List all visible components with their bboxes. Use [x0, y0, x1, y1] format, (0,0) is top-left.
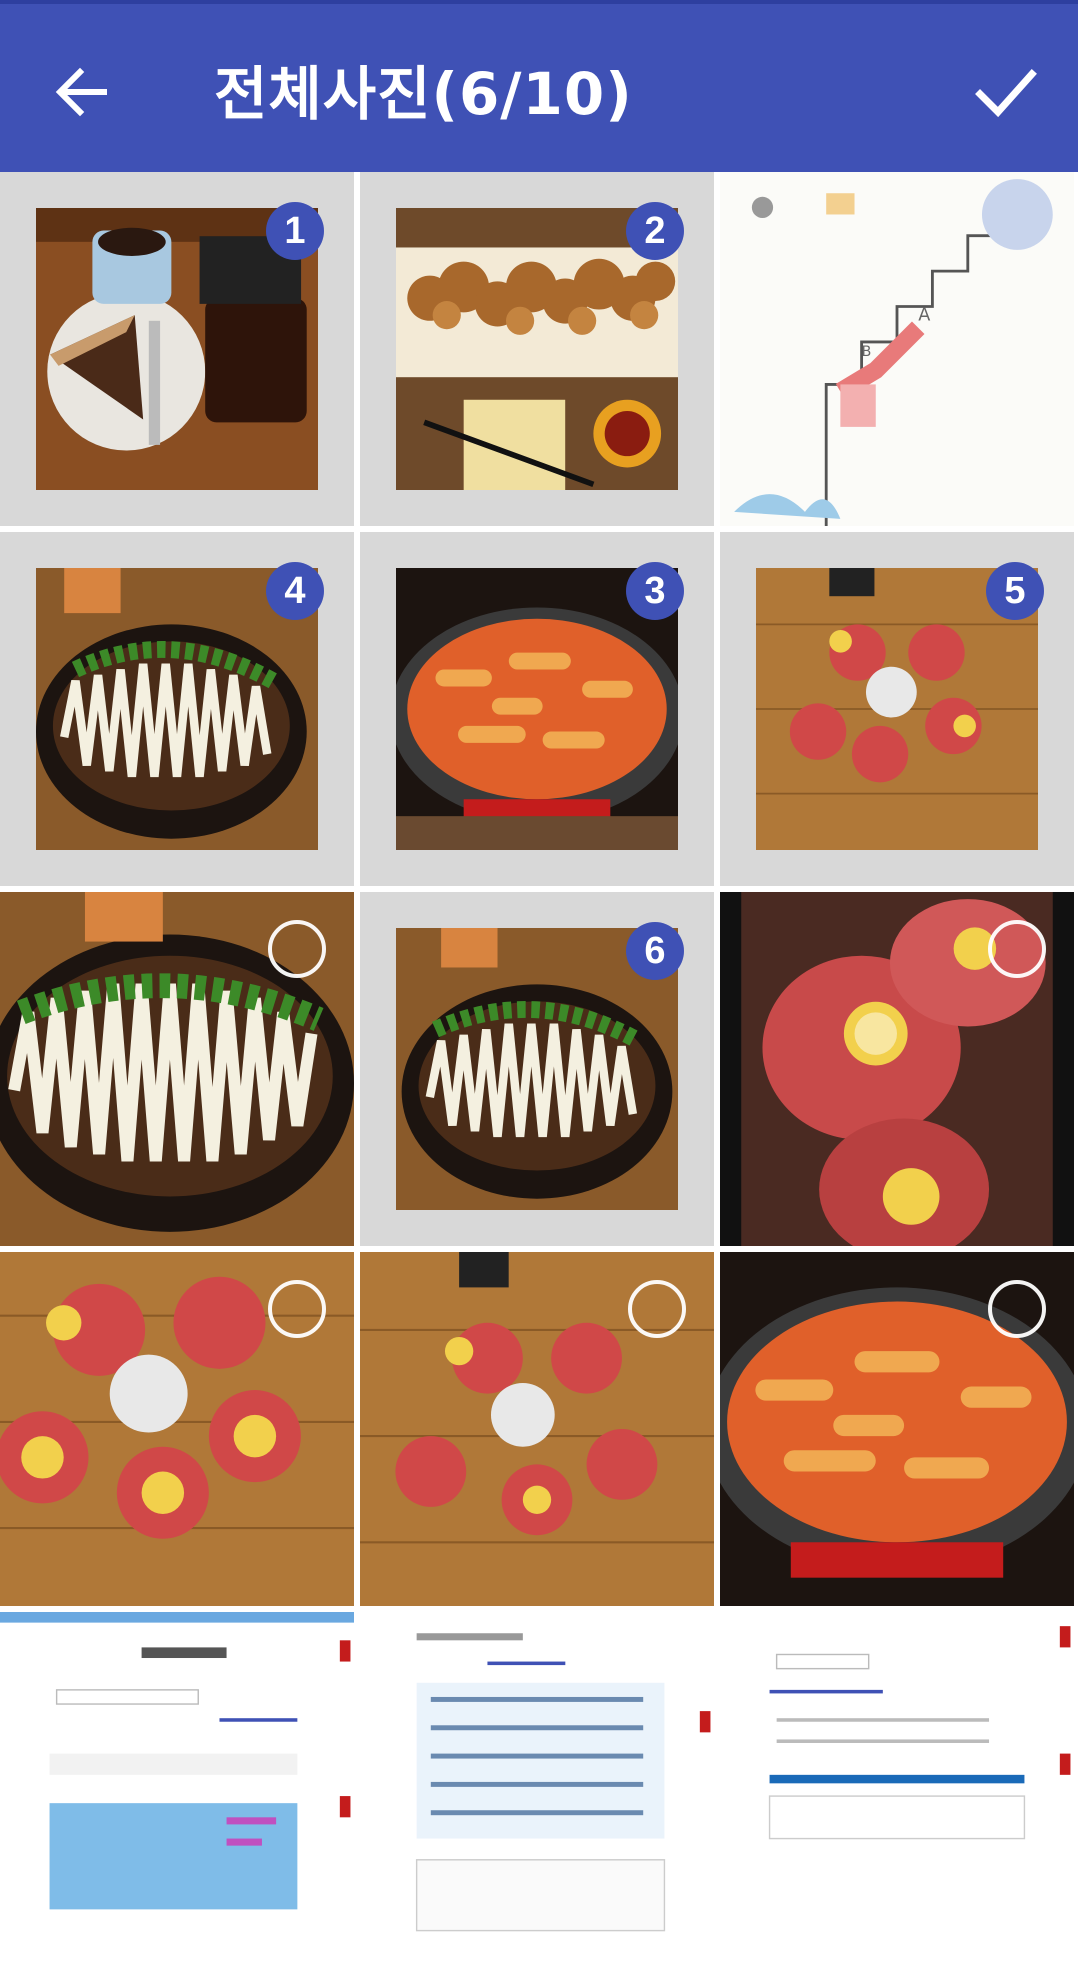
photo-tile[interactable]: 3 — [360, 532, 714, 886]
selection-circle — [628, 1280, 686, 1338]
photo-tile[interactable] — [360, 1252, 714, 1606]
photo-tile[interactable]: 5 — [720, 532, 1074, 886]
photo-tile[interactable]: 2 — [360, 172, 714, 526]
photo-map-sketch: A B — [720, 172, 1074, 526]
arrow-left-icon — [55, 67, 107, 117]
svg-text:A: A — [918, 306, 930, 326]
selection-order-badge: 3 — [626, 562, 684, 620]
photo-tile[interactable] — [0, 1252, 354, 1606]
back-button[interactable] — [52, 62, 112, 122]
selection-order-badge: 6 — [626, 922, 684, 980]
photo-tile[interactable] — [0, 892, 354, 1246]
photo-tile[interactable]: 6 — [360, 892, 714, 1246]
photo-screenshot-c — [720, 1612, 1074, 1966]
photo-screenshot-b — [360, 1612, 714, 1966]
done-button[interactable] — [974, 60, 1038, 124]
selection-order-badge: 1 — [266, 202, 324, 260]
photo-tile[interactable] — [0, 1612, 354, 1966]
svg-text:B: B — [862, 344, 872, 360]
photo-tile[interactable] — [720, 1252, 1074, 1606]
selection-circle — [988, 920, 1046, 978]
photo-grid: 1 2 A B 4 3 5 6 — [0, 172, 1078, 1966]
photo-tile[interactable]: A B — [720, 172, 1074, 526]
photo-tile[interactable] — [720, 892, 1074, 1246]
photo-tile[interactable]: 1 — [0, 172, 354, 526]
selection-circle — [268, 1280, 326, 1338]
photo-tile[interactable] — [360, 1612, 714, 1966]
selection-order-badge: 5 — [986, 562, 1044, 620]
selection-order-badge: 4 — [266, 562, 324, 620]
check-icon — [975, 69, 1037, 118]
app-bar: 전체사진(6/10) — [0, 0, 1078, 172]
page-title: 전체사진(6/10) — [214, 60, 633, 128]
photo-tile[interactable] — [720, 1612, 1074, 1966]
selection-circle — [988, 1280, 1046, 1338]
photo-tile[interactable]: 4 — [0, 532, 354, 886]
selection-order-badge: 2 — [626, 202, 684, 260]
selection-circle — [268, 920, 326, 978]
photo-screenshot-a — [0, 1612, 354, 1966]
